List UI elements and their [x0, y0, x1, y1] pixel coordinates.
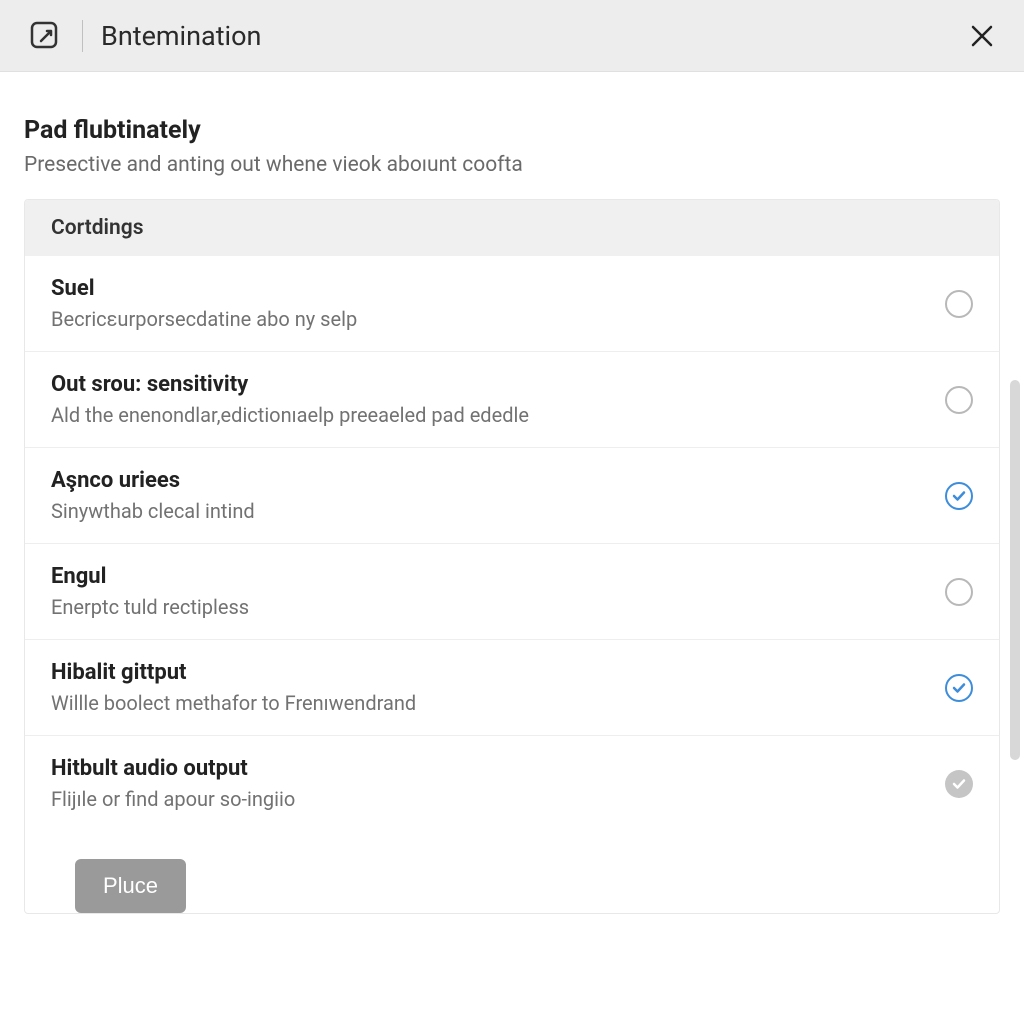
check-icon: [952, 681, 966, 695]
radio-checked-grey-icon[interactable]: [945, 770, 973, 798]
close-button[interactable]: [966, 20, 998, 52]
option-text: Suel Becricεurporsecdatine abo ny selp: [51, 276, 925, 331]
header-title: Bntemination: [101, 20, 261, 52]
option-text: Aşnco uriees Sinywthab clecal intind: [51, 468, 925, 523]
radio-unchecked-icon[interactable]: [945, 578, 973, 606]
header-bar: Bntemination: [0, 0, 1024, 72]
header-divider: [82, 20, 83, 52]
option-text: Engul Enerptc tuld rectipless: [51, 564, 925, 619]
content-area: Pad flubtinately Presective and anting o…: [0, 72, 1024, 914]
option-row-asnco[interactable]: Aşnco uriees Sinywthab clecal intind: [25, 448, 999, 544]
check-icon: [952, 489, 966, 503]
option-desc: Becricεurporsecdatine abo ny selp: [51, 307, 925, 331]
option-text: Out srou: sensitivity Ald the enenondlar…: [51, 372, 925, 427]
settings-section: Cortdings Suel Becricεurporsecdatine abo…: [24, 199, 1000, 914]
radio-unchecked-icon[interactable]: [945, 290, 973, 318]
option-title: Suel: [51, 276, 925, 301]
option-row-hitbult-audio[interactable]: Hitbult audio output Flijıle or find apo…: [25, 736, 999, 831]
option-desc: Enerptc tuld rectipless: [51, 595, 925, 619]
option-text: Hitbult audio output Flijıle or find apo…: [51, 756, 925, 811]
intro-section: Pad flubtinately Presective and anting o…: [0, 72, 1024, 199]
intro-subtitle: Presective and anting out whene vieok ab…: [24, 153, 1000, 177]
option-desc: Flijıle or find apour so-ingiio: [51, 787, 925, 811]
radio-checked-icon[interactable]: [945, 674, 973, 702]
app-icon: [26, 17, 64, 55]
option-desc: Sinywthab clecal intind: [51, 499, 925, 523]
option-row-suel[interactable]: Suel Becricεurporsecdatine abo ny selp: [25, 256, 999, 352]
pluce-button[interactable]: Pluce: [75, 859, 186, 913]
radio-checked-icon[interactable]: [945, 482, 973, 510]
option-title: Aşnco uriees: [51, 468, 925, 493]
scrollbar[interactable]: [1010, 380, 1020, 760]
intro-title: Pad flubtinately: [24, 116, 1000, 145]
option-title: Hibalit gittput: [51, 660, 925, 685]
section-header: Cortdings: [25, 200, 999, 256]
option-title: Engul: [51, 564, 925, 589]
option-title: Out srou: sensitivity: [51, 372, 925, 397]
option-desc: Willle boolect methafor to Frenıwendrand: [51, 691, 925, 715]
option-row-hibalit[interactable]: Hibalit gittput Willle boolect methafor …: [25, 640, 999, 736]
option-desc: Ald the enenondlar,edictionıaelp preeael…: [51, 403, 925, 427]
option-title: Hitbult audio output: [51, 756, 925, 781]
close-icon: [969, 23, 995, 49]
option-text: Hibalit gittput Willle boolect methafor …: [51, 660, 925, 715]
option-row-sensitivity[interactable]: Out srou: sensitivity Ald the enenondlar…: [25, 352, 999, 448]
radio-unchecked-icon[interactable]: [945, 386, 973, 414]
option-row-engul[interactable]: Engul Enerptc tuld rectipless: [25, 544, 999, 640]
check-icon: [952, 777, 966, 791]
